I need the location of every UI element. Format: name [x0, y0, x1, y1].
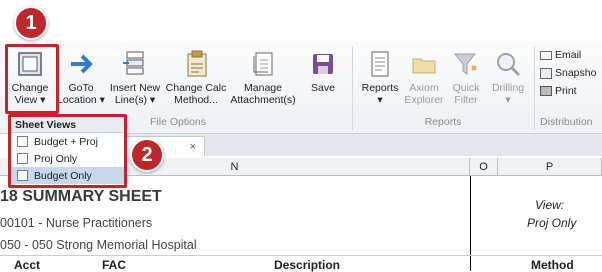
arrow-right-icon [66, 49, 96, 79]
group-label-reports: Reports [424, 116, 462, 128]
attachment-icon [248, 49, 278, 79]
header-method: Method [531, 258, 574, 272]
group-divider [352, 46, 353, 130]
quick-filter-button[interactable]: Quick Filter [446, 42, 486, 118]
drilling-label: Drilling [491, 82, 525, 94]
goto-location-button[interactable]: GoTo Location ▾ [56, 42, 106, 118]
sheet-grid: 18 SUMMARY SHEET 00101 - Nurse Practitio… [0, 176, 602, 272]
calc-label-2: Method... [174, 94, 218, 106]
email-icon [540, 50, 552, 60]
goto-label-2: Location ▾ [57, 94, 105, 106]
folder-icon [409, 49, 439, 79]
manage-attachments-button[interactable]: Manage Attachment(s) [230, 42, 296, 118]
step-badge-1: 1 [14, 6, 48, 40]
reports-button[interactable]: Reports ▾ [358, 42, 402, 118]
column-o-label: O [479, 160, 488, 173]
save-button[interactable]: Save [300, 42, 346, 118]
department-line: 00101 - Nurse Practitioners [0, 216, 153, 230]
step-badge-2: 2 [130, 138, 164, 172]
column-header-p[interactable]: P [498, 158, 602, 176]
header-acct: Acct [14, 258, 41, 272]
save-label: Save [311, 82, 335, 94]
highlight-box-sheet-views [8, 114, 127, 188]
drill-magnifier-icon [493, 49, 523, 79]
snapshot-icon [540, 67, 552, 79]
step-badge-1-label: 1 [25, 11, 37, 34]
view-value: Proj Only [527, 216, 577, 230]
sheet-title: 18 SUMMARY SHEET [0, 188, 162, 205]
drilling-button[interactable]: Drilling ▾ [488, 42, 528, 118]
view-label: View: [535, 198, 565, 212]
goto-label: GoTo [68, 82, 94, 94]
facility-line: 050 - 050 Strong Memorial Hospital [0, 238, 197, 252]
reports-label-2: ▾ [377, 94, 383, 106]
drilling-label-2: ▾ [505, 94, 511, 106]
close-icon[interactable]: × [190, 141, 196, 153]
quick-label: Quick [452, 82, 480, 94]
header-row: Acct FAC Description Method [0, 255, 602, 272]
quick-label-2: Filter [454, 94, 478, 106]
insert-label-2: Line(s) ▾ [114, 94, 156, 106]
manage-label: Manage [244, 82, 282, 94]
insert-new-lines-button[interactable]: Insert New Line(s) ▾ [108, 42, 162, 118]
email-button[interactable]: Email [540, 46, 596, 64]
manage-label-2: Attachment(s) [230, 94, 296, 106]
distribution-buttons: Email Snapsho Print [540, 46, 596, 100]
group-label-distribution: Distribution [540, 116, 593, 128]
group-divider [534, 46, 535, 130]
snapshot-label: Snapsho [555, 67, 597, 79]
calc-label: Change Calc [165, 82, 227, 94]
filter-icon [451, 49, 481, 79]
calc-method-icon [181, 49, 211, 79]
email-label: Email [555, 49, 582, 61]
axiom-label-2: Explorer [404, 94, 444, 106]
sheet-tab-bar: × [125, 134, 602, 156]
print-button[interactable]: Print [540, 82, 596, 100]
axiom-label: Axiom [409, 82, 439, 94]
column-p-label: P [545, 160, 554, 173]
reports-label: Reports [361, 82, 399, 94]
header-description: Description [274, 258, 341, 272]
report-document-icon [365, 49, 395, 79]
column-n-label: N [230, 160, 239, 173]
snapshot-button[interactable]: Snapsho [540, 64, 596, 82]
change-calc-method-button[interactable]: Change Calc Method... [164, 42, 228, 118]
axiom-explorer-button[interactable]: Axiom Explorer [402, 42, 446, 118]
insert-rows-icon [120, 49, 150, 79]
column-header-o[interactable]: O [470, 158, 498, 176]
step-badge-2-label: 2 [141, 143, 153, 166]
printer-icon [540, 86, 552, 96]
print-label: Print [555, 85, 577, 97]
insert-label: Insert New [109, 82, 161, 94]
header-fac: FAC [102, 258, 126, 272]
highlight-box-change-view [5, 44, 59, 114]
save-icon [308, 49, 338, 79]
